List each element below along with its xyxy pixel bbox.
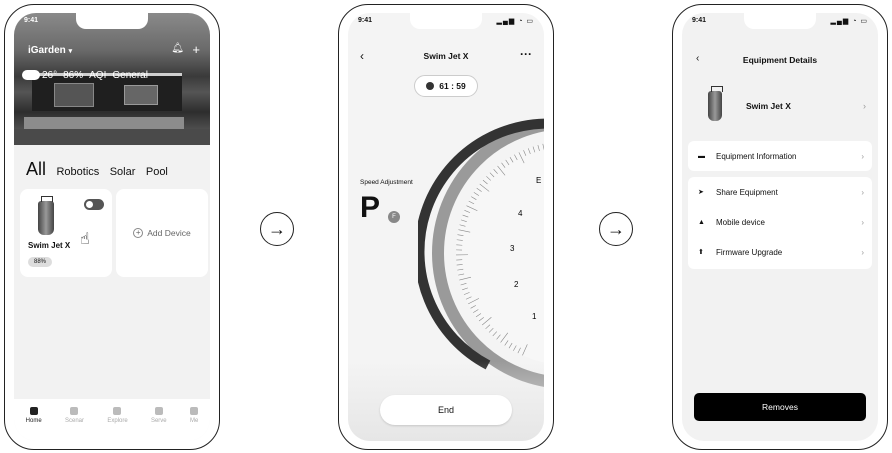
scene-icon xyxy=(70,407,79,415)
end-button[interactable]: End xyxy=(380,395,512,425)
tab-label: Me xyxy=(189,418,199,424)
user-icon xyxy=(190,407,199,415)
row-label: Firmware Upgrade xyxy=(716,247,783,257)
tab-label: Serve xyxy=(150,418,167,424)
arrow-right-icon: → xyxy=(599,212,633,246)
clock-icon xyxy=(426,82,435,90)
tab-scenar[interactable]: Scenar xyxy=(65,407,84,441)
category-tabs: All Robotics Solar Pool xyxy=(26,159,174,180)
home-title: iGarden xyxy=(28,45,66,56)
tab-explore[interactable]: Explore xyxy=(107,407,128,441)
tab-home[interactable]: Home xyxy=(26,407,42,441)
remove-button[interactable]: Removes xyxy=(694,393,866,421)
weather-aqi: AQI xyxy=(89,70,107,81)
signal-icon: ▂▄▆ ◔ ▭ xyxy=(830,18,868,25)
device-name: Swim Jet X xyxy=(28,241,71,250)
explore-icon xyxy=(113,407,122,415)
tab-solar[interactable]: Solar xyxy=(110,166,136,178)
row-firmware-upgrade[interactable]: ⬆ Firmware Upgrade › xyxy=(688,237,872,267)
actions-group: ➤ Share Equipment › ▲ Mobile device › ⬆ Firmw… xyxy=(688,177,872,269)
cloud-icon xyxy=(22,70,40,81)
status-time: 9:41 xyxy=(24,17,39,24)
tab-pool[interactable]: Pool xyxy=(146,166,168,178)
device-card[interactable]: Swim Jet X 88% ☝︎ xyxy=(20,189,112,277)
gear-indicator: P xyxy=(360,191,381,224)
speed-dial[interactable]: F E 4 3 2 1 0 xyxy=(418,103,544,403)
plus-circle-icon: + xyxy=(133,228,144,238)
tab-robotics[interactable]: Robotics xyxy=(56,166,99,178)
chevron-right-icon: › xyxy=(861,247,864,257)
status-time: 9:41 xyxy=(692,17,707,24)
row-mobile-device[interactable]: ▲ Mobile device › xyxy=(688,207,872,237)
status-time: 9:41 xyxy=(358,17,373,24)
phone-control: 9:41 ▂▄▆ ◔ ▭ ‹ Swim Jet X ··· 61 : 59 Sp… xyxy=(338,4,554,450)
home-selector[interactable]: iGarden ▾ xyxy=(28,45,72,56)
info-icon: ▬ xyxy=(698,152,705,160)
battery-badge: 88% xyxy=(28,257,53,267)
bell-icon[interactable]: 🔔︎ xyxy=(171,43,184,54)
row-label: Mobile device xyxy=(716,217,765,227)
page-title: Swim Jet X xyxy=(423,51,469,61)
tab-label: Scenar xyxy=(64,418,84,424)
home-icon xyxy=(29,407,38,415)
lock-icon: ▲ xyxy=(698,218,705,226)
details-screen: 9:41 ▂▄▆ ◔ ▭ ‹ Equipment Details Swim Je… xyxy=(682,13,878,441)
upgrade-icon: ⬆ xyxy=(698,249,704,256)
row-share-equipment[interactable]: ➤ Share Equipment › xyxy=(688,177,872,207)
device-header[interactable]: Swim Jet X › xyxy=(682,83,878,133)
add-device-card[interactable]: + Add Device xyxy=(116,189,208,277)
row-equipment-information[interactable]: ▬ Equipment Information › xyxy=(688,141,872,171)
dial-label-1: 1 xyxy=(532,312,537,321)
robot-image xyxy=(708,86,723,121)
dial-label-e: E xyxy=(536,176,541,185)
row-label: Share Equipment xyxy=(716,187,778,197)
send-icon: ➤ xyxy=(698,189,704,196)
gear-badge: F xyxy=(388,211,400,223)
device-name: Swim Jet X xyxy=(746,101,791,111)
chevron-down-icon: ▾ xyxy=(68,48,73,55)
bottom-tab-bar: Home Scenar Explore Serve Me xyxy=(14,399,210,441)
tab-me[interactable]: Me xyxy=(190,407,198,441)
dial-label-2: 2 xyxy=(514,280,519,289)
phone-details: 9:41 ▂▄▆ ◔ ▭ ‹ Equipment Details Swim Je… xyxy=(672,4,888,450)
page-title: Equipment Details xyxy=(742,55,818,65)
control-screen: 9:41 ▂▄▆ ◔ ▭ ‹ Swim Jet X ··· 61 : 59 Sp… xyxy=(348,13,544,441)
power-toggle[interactable] xyxy=(84,199,104,210)
weather-bar: 26° 86% AQI General xyxy=(22,70,154,81)
chevron-right-icon: › xyxy=(863,101,866,111)
weather-label: General xyxy=(112,70,148,81)
signal-icon: ▂▄▆ ◔ ▭ xyxy=(496,18,534,25)
chevron-right-icon: › xyxy=(861,151,864,161)
heart-icon xyxy=(154,407,163,415)
add-device-label: Add Device xyxy=(147,228,191,238)
phone-home: 9:41 iGarden ▾ 🔔︎ + 26° 86% AQI General All… xyxy=(4,4,220,450)
row-label: Equipment Information xyxy=(716,151,797,161)
add-icon[interactable]: + xyxy=(192,42,200,57)
info-group: ▬ Equipment Information › xyxy=(688,141,872,171)
chevron-right-icon: › xyxy=(861,217,864,227)
tab-label: Home xyxy=(25,418,42,424)
dial-label-3: 3 xyxy=(510,244,515,253)
timer-pill: 61 : 59 xyxy=(414,75,478,97)
weather-temp: 26° xyxy=(42,70,58,81)
more-button[interactable]: ··· xyxy=(520,47,532,61)
robot-image xyxy=(38,196,54,235)
hand-pointer-icon: ☝︎ xyxy=(80,231,90,248)
dial-label-4: 4 xyxy=(518,209,523,218)
tab-all[interactable]: All xyxy=(26,159,46,179)
weather-humidity: 86% xyxy=(63,70,84,81)
arrow-right-icon: → xyxy=(260,212,294,246)
tab-label: Explore xyxy=(107,418,128,424)
chevron-right-icon: › xyxy=(861,187,864,197)
home-screen: 9:41 iGarden ▾ 🔔︎ + 26° 86% AQI General All… xyxy=(14,13,210,441)
tab-serve[interactable]: Serve xyxy=(151,407,167,441)
timer-value: 61 : 59 xyxy=(439,81,466,91)
speed-label: Speed Adjustment xyxy=(360,179,413,186)
